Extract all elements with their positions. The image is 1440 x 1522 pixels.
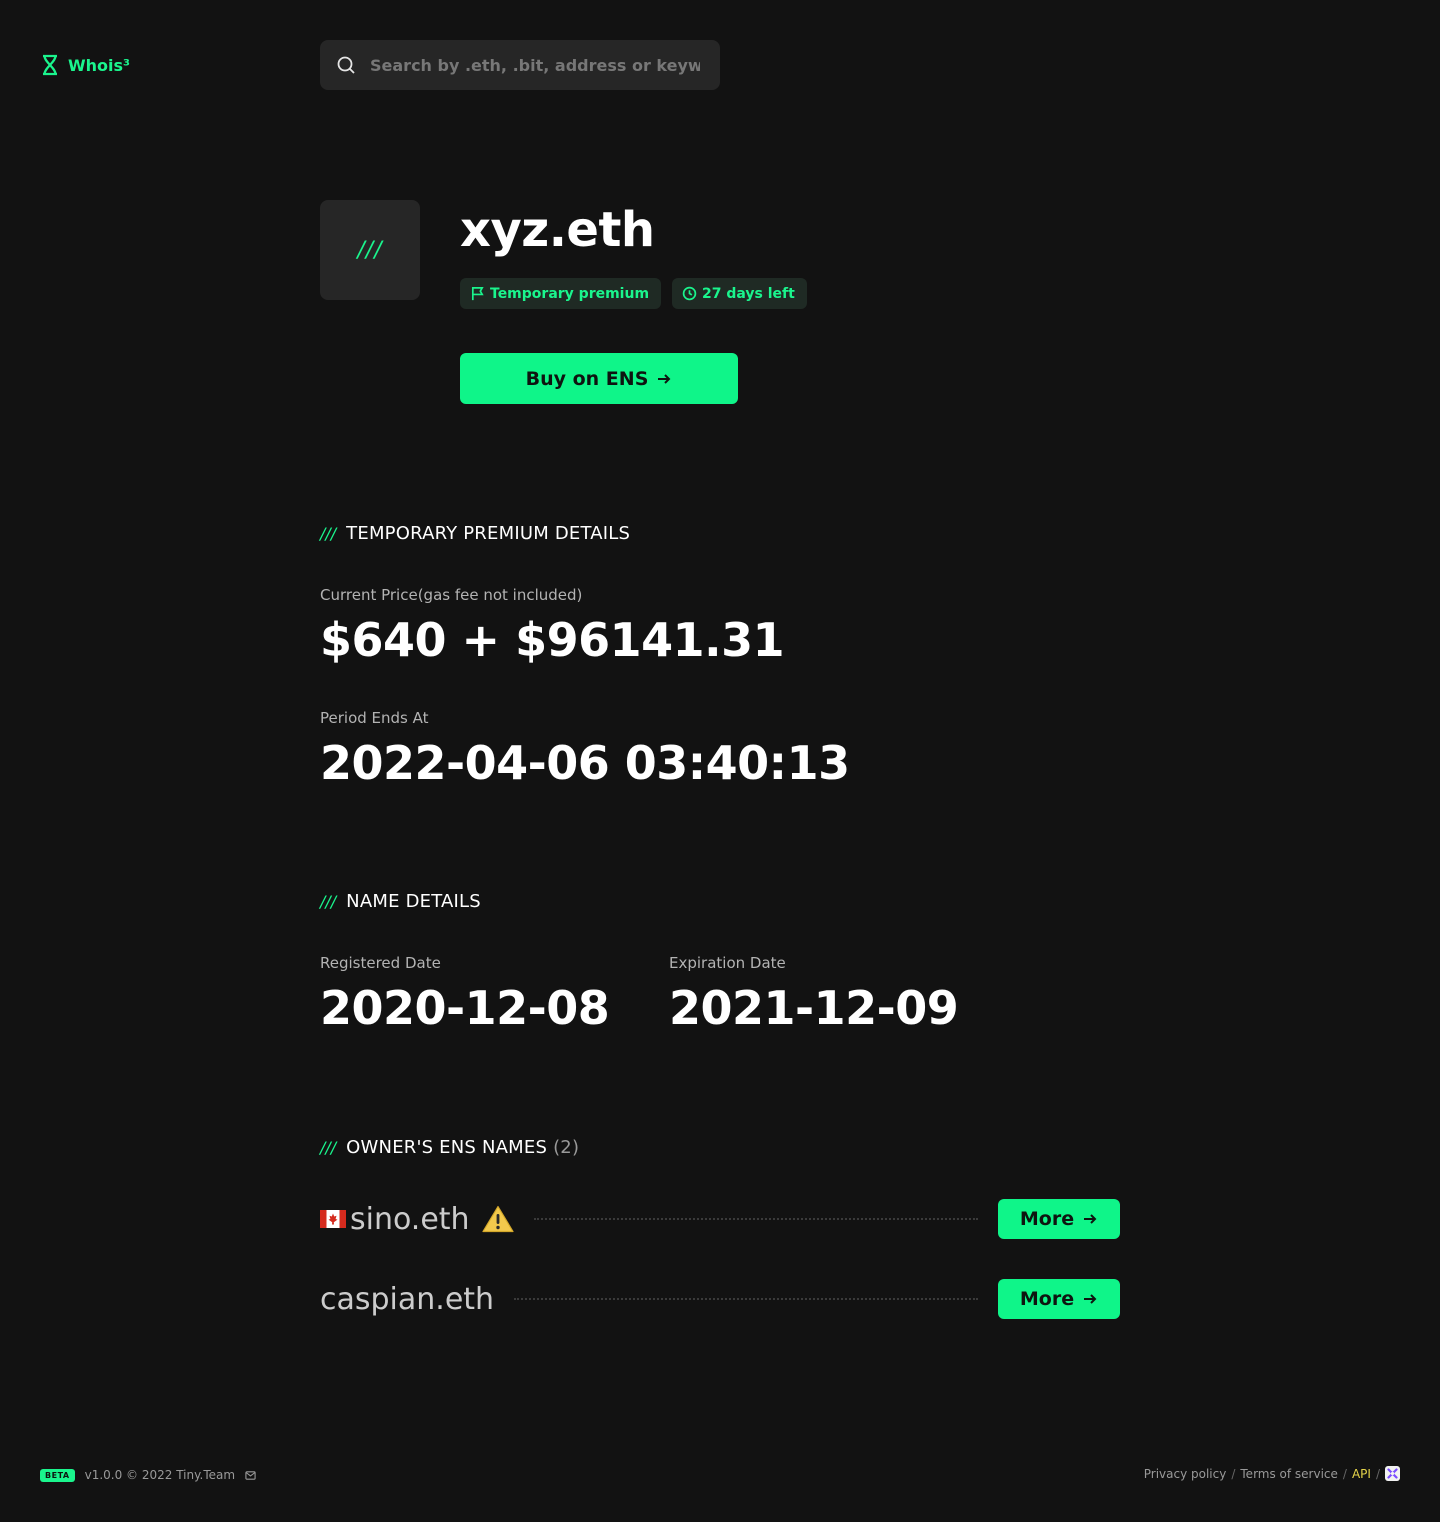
- status-badge-premium: Temporary premium: [460, 278, 662, 309]
- status-badge-label: Temporary premium: [490, 285, 650, 302]
- search-bar[interactable]: [320, 40, 720, 90]
- search-icon: [337, 56, 355, 74]
- section-title: TEMPORARY PREMIUM DETAILS: [346, 523, 631, 544]
- arrow-right-icon: [1084, 1294, 1097, 1304]
- warning-icon: [481, 1205, 514, 1233]
- registered-date-label: Registered Date: [320, 954, 441, 972]
- registered-date-value: 2020-12-08: [320, 981, 610, 1035]
- ens-name[interactable]: caspian.eth: [320, 1282, 494, 1317]
- footer-separator: /: [1342, 1466, 1347, 1481]
- more-button-label: More: [1019, 1208, 1075, 1230]
- owner-names-count: (2): [553, 1137, 580, 1158]
- clock-icon: [682, 286, 697, 301]
- buy-on-ens-button[interactable]: Buy on ENS: [460, 353, 738, 404]
- more-button[interactable]: More: [998, 1279, 1120, 1319]
- api-link[interactable]: API: [1352, 1467, 1371, 1481]
- arrow-right-icon: [658, 373, 671, 384]
- expiration-date-label: Expiration Date: [669, 954, 786, 972]
- page-title: xyz.eth: [460, 202, 655, 258]
- mail-icon[interactable]: [245, 1470, 256, 1481]
- ens-name[interactable]: sino.eth: [320, 1202, 514, 1237]
- more-button-label: More: [1019, 1288, 1075, 1310]
- hourglass-icon: [43, 54, 57, 76]
- brand-name: Whois³: [68, 55, 131, 75]
- footer-separator: /: [1375, 1466, 1380, 1481]
- section-slashes-icon: ///: [320, 524, 337, 543]
- more-button[interactable]: More: [998, 1199, 1120, 1239]
- section-title: OWNER'S ENS NAMES: [346, 1137, 548, 1158]
- avatar-slashes: ///: [357, 237, 383, 263]
- search-input[interactable]: [370, 55, 700, 75]
- section-slashes-icon: ///: [320, 1138, 337, 1157]
- period-label: Period Ends At: [320, 709, 429, 727]
- price-value: $640 + $96141.31: [320, 613, 785, 667]
- section-slashes-icon: ///: [320, 892, 337, 911]
- row-divider: [514, 1298, 978, 1300]
- brand-logo[interactable]: Whois³: [40, 54, 130, 76]
- footer-links: Privacy policy / Terms of service / API …: [1144, 1466, 1400, 1481]
- price-label: Current Price(gas fee not included): [320, 586, 583, 604]
- ens-name-label: sino.eth: [350, 1201, 470, 1237]
- premium-section-heading: /// TEMPORARY PREMIUM DETAILS: [320, 523, 630, 544]
- list-item: sino.eth More: [320, 1199, 1120, 1239]
- footer-separator: /: [1231, 1466, 1236, 1481]
- ens-name-label: caspian.eth: [320, 1281, 495, 1317]
- row-divider: [533, 1218, 978, 1220]
- period-value: 2022-04-06 03:40:13: [320, 736, 850, 790]
- status-badge-days-left: 27 days left: [672, 278, 807, 309]
- section-title: NAME DETAILS: [346, 891, 481, 912]
- arrow-right-icon: [1084, 1214, 1097, 1224]
- footer-left: BETA v1.0.0 © 2022 Tiny.Team: [40, 1468, 256, 1482]
- terms-of-service-link[interactable]: Terms of service: [1240, 1467, 1338, 1481]
- list-item: caspian.eth More: [320, 1279, 1120, 1319]
- avatar: ///: [320, 200, 420, 300]
- status-badge-label: 27 days left: [702, 285, 795, 302]
- footer-version: v1.0.0 © 2022 Tiny.Team: [84, 1468, 236, 1482]
- expiration-date-value: 2021-12-09: [669, 981, 959, 1035]
- owner-names-heading: /// OWNER'S ENS NAMES (2): [320, 1137, 579, 1158]
- canada-flag-icon: [320, 1210, 346, 1228]
- privacy-policy-link[interactable]: Privacy policy: [1144, 1467, 1227, 1481]
- buy-button-label: Buy on ENS: [525, 367, 649, 390]
- flag-icon: [471, 287, 484, 301]
- beta-badge: BETA: [40, 1468, 75, 1482]
- status-tags: Temporary premium 27 days left: [460, 278, 807, 309]
- name-details-heading: /// NAME DETAILS: [320, 891, 481, 912]
- app-logo-icon[interactable]: [1385, 1466, 1400, 1481]
